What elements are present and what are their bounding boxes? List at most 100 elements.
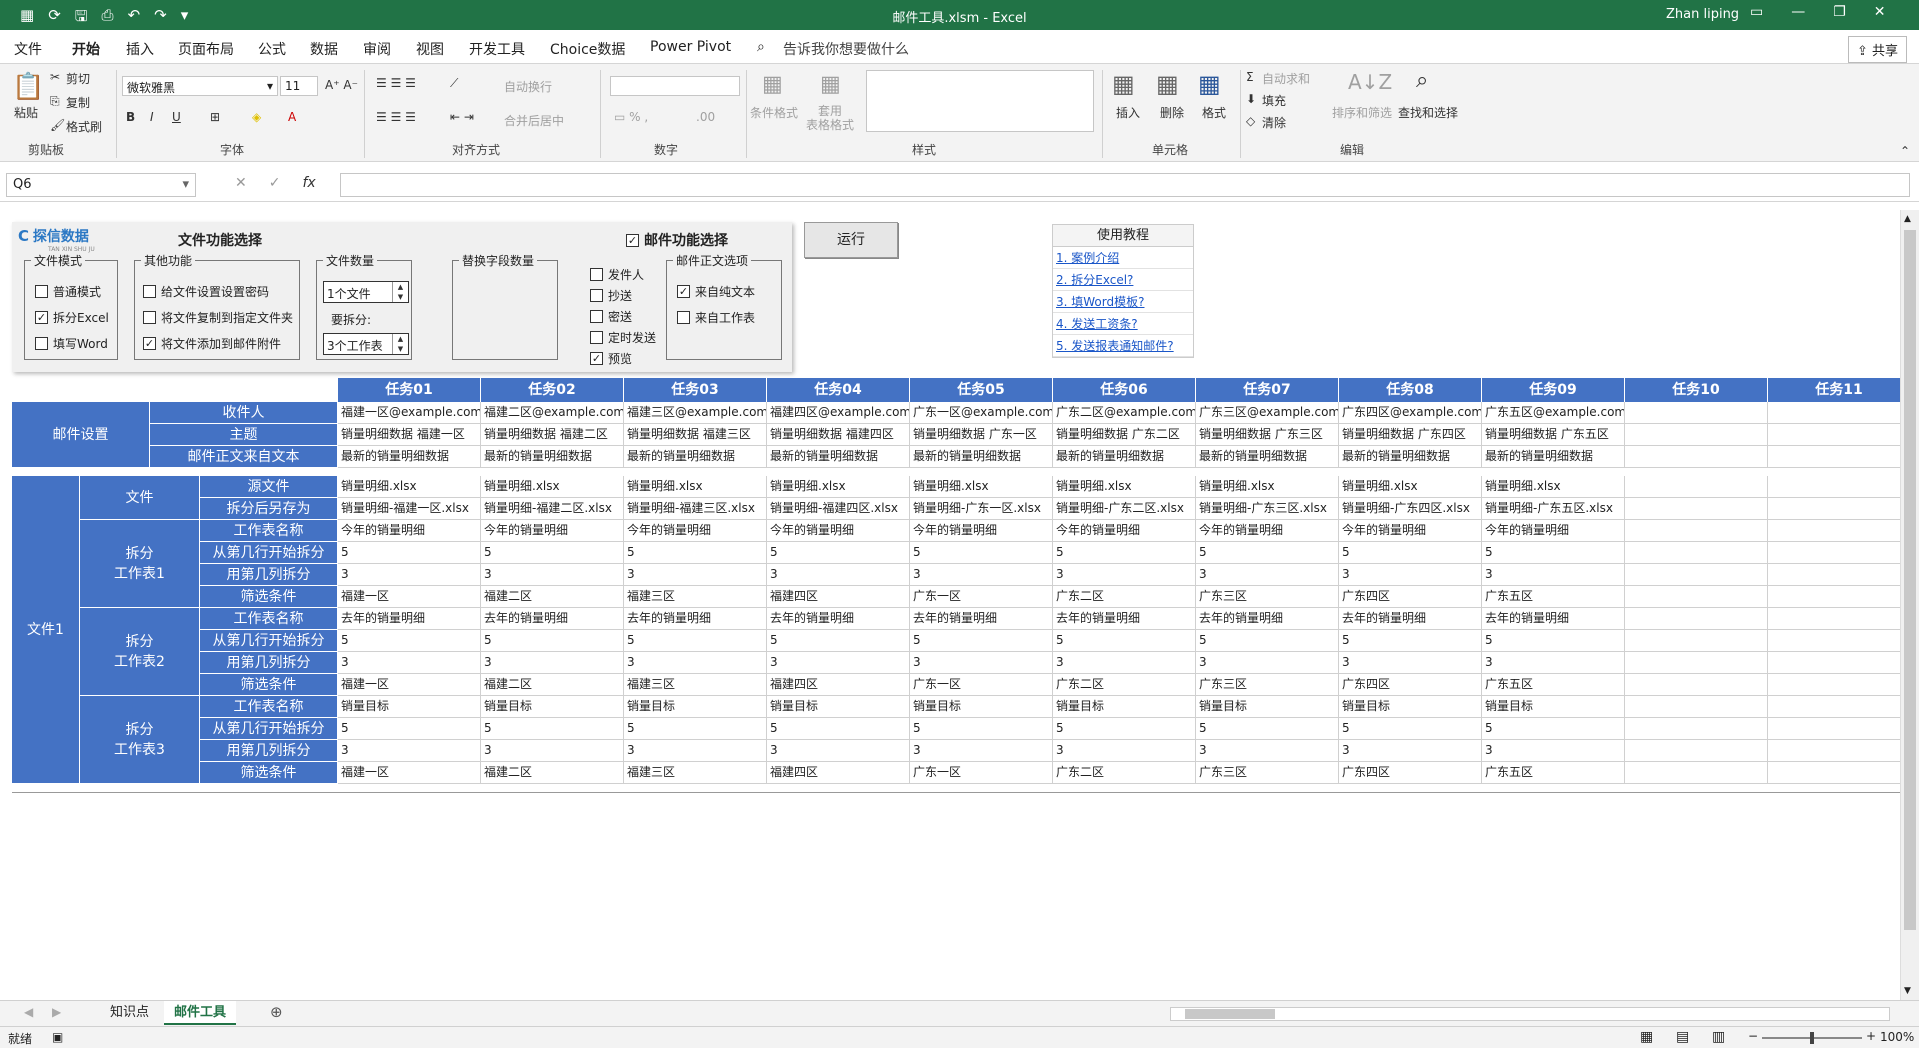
prev-sheet-icon[interactable]: ◀ [24, 1005, 33, 1019]
table-cell[interactable] [1768, 718, 1911, 740]
add-sheet-icon[interactable]: ⊕ [270, 1003, 283, 1021]
table-cell[interactable]: 最新的销量明细数据 [1196, 446, 1339, 468]
table-cell[interactable] [1768, 762, 1911, 784]
task-column-header[interactable]: 任务05 [910, 378, 1053, 402]
table-cell[interactable]: 5 [1339, 630, 1482, 652]
scroll-thumb[interactable] [1185, 1009, 1275, 1019]
table-cell[interactable]: 5 [338, 630, 481, 652]
number-format-select[interactable] [610, 76, 740, 96]
table-cell[interactable]: 3 [1339, 652, 1482, 674]
table-cell[interactable] [1625, 762, 1768, 784]
bold-icon[interactable]: B [126, 110, 135, 124]
task-column-header[interactable]: 任务04 [767, 378, 910, 402]
option-copy-to-folder[interactable]: 将文件复制到指定文件夹 [143, 309, 293, 326]
table-cell[interactable] [1625, 608, 1768, 630]
table-cell[interactable] [1625, 520, 1768, 542]
table-cell[interactable] [1625, 674, 1768, 696]
table-cell[interactable]: 今年的销量明细 [910, 520, 1053, 542]
macro-record-icon[interactable]: ▣ [52, 1030, 63, 1044]
table-cell[interactable]: 销量明细-广东一区.xlsx [910, 498, 1053, 520]
mail-function-checkbox[interactable]: ✓ 邮件功能选择 [626, 230, 728, 250]
table-cell[interactable] [1625, 542, 1768, 564]
table-cell[interactable] [1768, 652, 1911, 674]
sort-filter-icon[interactable]: A↓Z [1348, 70, 1392, 94]
border-icon[interactable]: ⊞ [210, 110, 220, 124]
wrap-text-button[interactable]: 自动换行 [504, 78, 552, 95]
table-cell[interactable]: 去年的销量明细 [624, 608, 767, 630]
table-cell[interactable]: 销量目标 [1482, 696, 1625, 718]
table-cell[interactable]: 5 [624, 542, 767, 564]
table-cell[interactable]: 去年的销量明细 [1482, 608, 1625, 630]
table-cell[interactable]: 5 [338, 542, 481, 564]
table-cell[interactable]: 广东一区@example.com [910, 402, 1053, 424]
table-cell[interactable] [1768, 696, 1911, 718]
option-normal-mode[interactable]: 普通模式 [35, 283, 101, 300]
tab-view[interactable]: 视图 [416, 39, 444, 59]
table-cell[interactable]: 5 [767, 542, 910, 564]
autosum-button[interactable]: 自动求和 [1262, 70, 1310, 87]
table-cell[interactable]: 销量明细数据 广东三区 [1196, 424, 1339, 446]
table-cell[interactable]: 福建四区@example.com [767, 402, 910, 424]
grow-font-icon[interactable]: A⁺ A⁻ [325, 78, 358, 92]
table-cell[interactable]: 广东五区 [1482, 762, 1625, 784]
table-cell[interactable]: 广东二区 [1053, 762, 1196, 784]
formula-input[interactable] [340, 173, 1910, 197]
table-cell[interactable]: 销量明细-广东五区.xlsx [1482, 498, 1625, 520]
collapse-ribbon-icon[interactable]: ⌃ [1900, 144, 1910, 158]
tab-formulas[interactable]: 公式 [258, 39, 286, 59]
table-cell[interactable] [1768, 564, 1911, 586]
align-top-icon[interactable]: ☰ ☰ ☰ [376, 76, 416, 90]
task-column-header[interactable]: 任务02 [481, 378, 624, 402]
table-cell[interactable] [1625, 740, 1768, 762]
table-cell[interactable]: 福建三区 [624, 762, 767, 784]
option-body-plain-text[interactable]: ✓ 来自纯文本 [677, 283, 755, 300]
table-cell[interactable]: 销量目标 [338, 696, 481, 718]
table-cell[interactable]: 广东一区 [910, 674, 1053, 696]
table-cell[interactable]: 5 [481, 542, 624, 564]
table-cell[interactable]: 5 [910, 630, 1053, 652]
table-cell[interactable]: 3 [481, 652, 624, 674]
table-cell[interactable] [1768, 586, 1911, 608]
font-name-select[interactable]: 微软雅黑 ▾ [122, 76, 278, 96]
insert-function-icon[interactable]: fx [302, 175, 315, 191]
file-count-spinner[interactable]: 1个文件 ▲ ▼ [323, 281, 409, 303]
table-cell[interactable]: 销量明细数据 福建四区 [767, 424, 910, 446]
split-count-spinner[interactable]: 3个工作表 ▲ ▼ [323, 333, 409, 355]
spinner-arrows-icon[interactable]: ▲ ▼ [392, 334, 408, 354]
table-cell[interactable]: 销量目标 [1339, 696, 1482, 718]
insert-cells-icon[interactable]: ▦ [1112, 70, 1135, 98]
table-cell[interactable]: 3 [338, 740, 481, 762]
table-cell[interactable]: 广东四区 [1339, 674, 1482, 696]
table-cell[interactable]: 销量明细.xlsx [338, 476, 481, 498]
sheet-tab-mail-tool[interactable]: 邮件工具 [164, 1001, 237, 1025]
table-cell[interactable]: 今年的销量明细 [481, 520, 624, 542]
table-cell[interactable]: 最新的销量明细数据 [1053, 446, 1196, 468]
option-sender[interactable]: 发件人 [590, 266, 644, 283]
table-cell[interactable] [1768, 446, 1911, 468]
option-body-worksheet[interactable]: 来自工作表 [677, 309, 755, 326]
table-cell[interactable]: 5 [1196, 718, 1339, 740]
tab-home[interactable]: 开始 [72, 39, 100, 67]
table-cell[interactable]: 今年的销量明细 [1482, 520, 1625, 542]
table-cell[interactable]: 广东四区@example.com [1339, 402, 1482, 424]
table-cell[interactable]: 销量明细.xlsx [1196, 476, 1339, 498]
table-cell[interactable]: 5 [624, 630, 767, 652]
user-name[interactable]: Zhan liping [1666, 7, 1739, 22]
table-cell[interactable]: 销量明细-福建三区.xlsx [624, 498, 767, 520]
table-cell[interactable]: 3 [338, 564, 481, 586]
table-cell[interactable]: 广东三区 [1196, 586, 1339, 608]
table-cell[interactable]: 广东四区 [1339, 586, 1482, 608]
table-cell[interactable] [1625, 652, 1768, 674]
table-cell[interactable]: 5 [1053, 630, 1196, 652]
table-cell[interactable]: 销量明细数据 福建二区 [481, 424, 624, 446]
table-cell[interactable]: 3 [481, 740, 624, 762]
table-cell[interactable] [1625, 564, 1768, 586]
table-cell[interactable] [1625, 718, 1768, 740]
insert-cells-button[interactable]: 插入 [1116, 104, 1140, 121]
table-cell[interactable] [1768, 476, 1911, 498]
task-column-header[interactable]: 任务06 [1053, 378, 1196, 402]
tab-power-pivot[interactable]: Power Pivot [650, 39, 731, 55]
table-cell[interactable]: 福建一区 [338, 674, 481, 696]
worksheet[interactable]: C 探信数据 TAN XIN SHU JU 文件功能选择 ✓ 邮件功能选择 文件模… [0, 210, 1911, 1000]
table-cell[interactable]: 5 [910, 718, 1053, 740]
